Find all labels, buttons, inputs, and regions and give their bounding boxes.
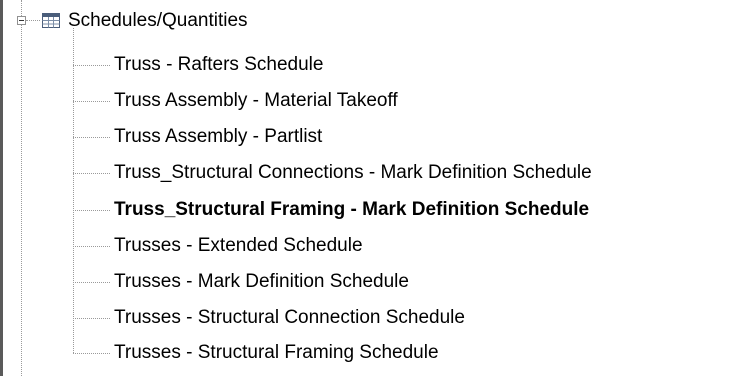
tree-item-schedule[interactable]: Truss Assembly - Material Takeoff (114, 86, 398, 116)
project-browser-tree: Schedules/Quantities Truss - Rafters Sch… (3, 0, 742, 376)
tree-line-child-3 (73, 137, 110, 138)
tree-line-child-2 (73, 101, 110, 102)
tree-item-schedule[interactable]: Trusses - Mark Definition Schedule (114, 267, 409, 297)
tree-line-child-1 (73, 65, 110, 66)
tree-item-schedule[interactable]: Truss - Rafters Schedule (114, 50, 323, 80)
tree-line-parent-connector (26, 20, 40, 21)
tree-line-child-5 (73, 210, 110, 211)
tree-node-schedules-quantities[interactable]: Schedules/Quantities (68, 6, 248, 36)
tree-item-schedule-active[interactable]: Truss_Structural Framing - Mark Definiti… (114, 195, 589, 225)
tree-line-root-lower (21, 25, 22, 376)
tree-line-child-7 (73, 282, 110, 283)
collapse-toggle-icon[interactable] (17, 16, 26, 25)
tree-item-schedule[interactable]: Trusses - Structural Connection Schedule (114, 303, 465, 333)
table-icon (42, 13, 60, 28)
tree-line-child-9 (73, 353, 110, 354)
tree-line-children (73, 28, 74, 353)
tree-line-child-4 (73, 173, 110, 174)
tree-item-schedule[interactable]: Truss Assembly - Partlist (114, 122, 322, 152)
tree-item-schedule[interactable]: Truss_Structural Connections - Mark Defi… (114, 158, 592, 188)
tree-line-child-8 (73, 318, 110, 319)
tree-line-child-6 (73, 246, 110, 247)
tree-item-schedule[interactable]: Trusses - Structural Framing Schedule (114, 338, 439, 368)
tree-item-schedule[interactable]: Trusses - Extended Schedule (114, 231, 363, 261)
tree-line-root (21, 0, 22, 16)
